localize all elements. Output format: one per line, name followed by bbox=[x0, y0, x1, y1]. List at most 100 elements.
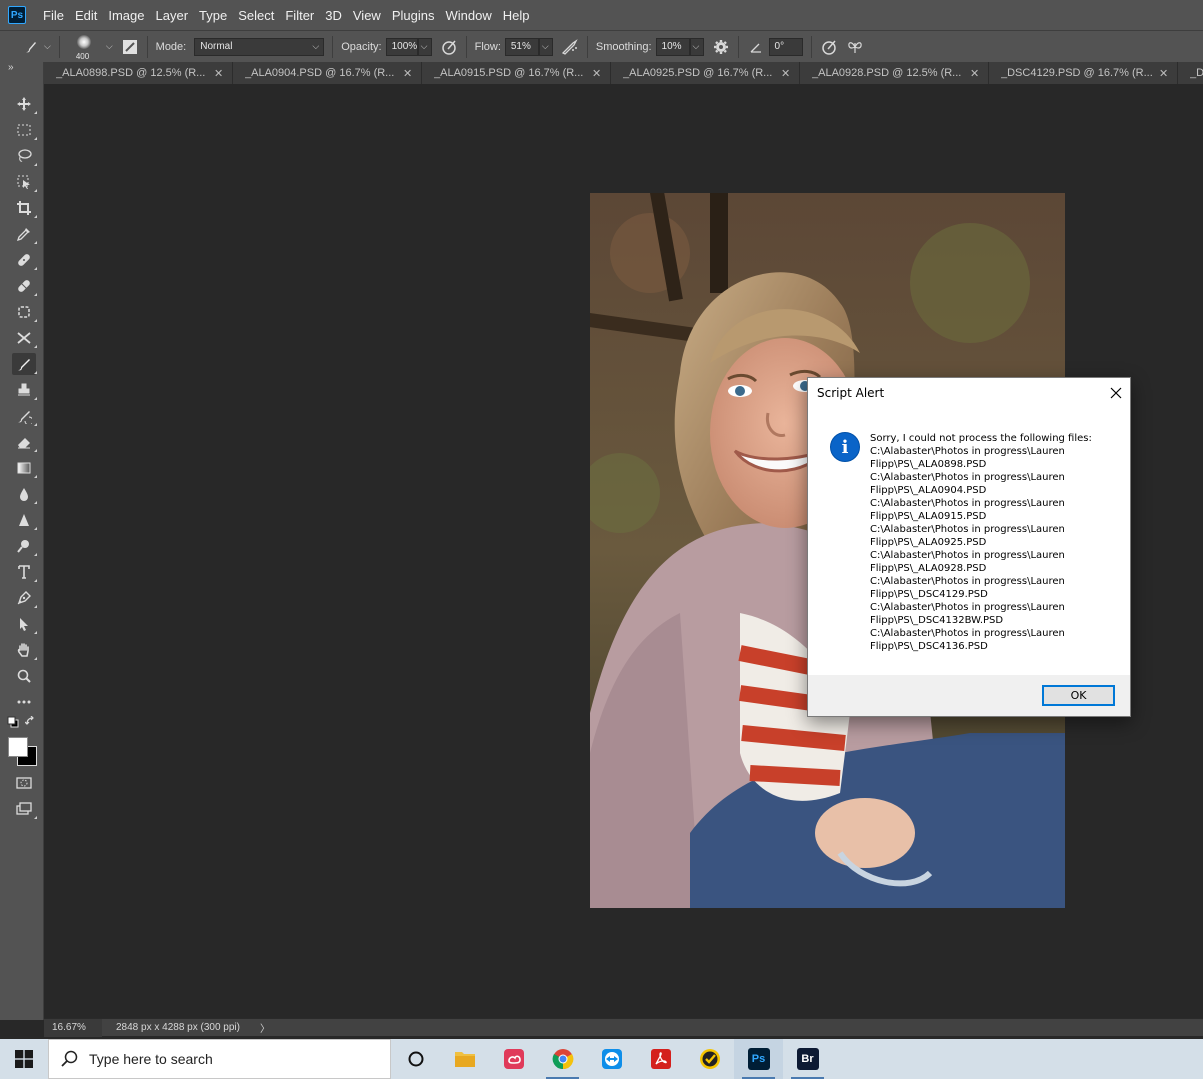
menu-help[interactable]: Help bbox=[498, 8, 535, 23]
document-tab[interactable]: _ALA0898.PSD @ 12.5% (R... ✕ bbox=[44, 62, 233, 84]
menu-filter[interactable]: Filter bbox=[280, 8, 319, 23]
document-tab[interactable]: _D bbox=[1178, 62, 1203, 84]
eyedropper-tool-icon[interactable] bbox=[12, 223, 37, 245]
chevron-down-icon[interactable]: ⌵ bbox=[44, 41, 51, 52]
close-icon[interactable] bbox=[1104, 381, 1128, 405]
sharpen-tool-icon[interactable] bbox=[12, 509, 37, 531]
screen-mode-icon[interactable] bbox=[12, 798, 37, 820]
divider bbox=[332, 35, 334, 58]
menu-edit[interactable]: Edit bbox=[70, 8, 102, 23]
message-line: Flipp\PS\_DSC4136.PSD bbox=[870, 641, 988, 652]
airbrush-icon[interactable] bbox=[561, 38, 579, 56]
zoom-level-field[interactable]: 16.67% bbox=[44, 1018, 102, 1037]
document-tab[interactable]: _ALA0904.PSD @ 16.7% (R... ✕ bbox=[233, 62, 422, 84]
close-icon[interactable]: ✕ bbox=[214, 67, 230, 80]
menu-layer[interactable]: Layer bbox=[151, 8, 194, 23]
status-menu-arrow-icon[interactable]: 〉 bbox=[260, 1020, 270, 1035]
path-selection-tool-icon[interactable] bbox=[12, 613, 37, 635]
mode-value: Normal bbox=[200, 41, 233, 52]
more-tools-icon[interactable] bbox=[12, 691, 36, 713]
collapse-panel-icon[interactable]: » bbox=[8, 62, 14, 73]
menu-window[interactable]: Window bbox=[440, 8, 496, 23]
close-icon[interactable]: ✕ bbox=[1159, 67, 1175, 80]
move-tool-icon[interactable] bbox=[12, 93, 37, 115]
tab-label: _D bbox=[1190, 67, 1203, 79]
taskbar-search-box[interactable]: Type here to search bbox=[48, 1039, 391, 1079]
crop-tool-icon[interactable] bbox=[12, 197, 37, 219]
type-tool-icon[interactable] bbox=[12, 561, 37, 583]
chevron-down-icon: ⌵ bbox=[692, 41, 700, 51]
lasso-tool-icon[interactable] bbox=[12, 145, 37, 167]
menu-plugins[interactable]: Plugins bbox=[387, 8, 440, 23]
object-selection-tool-icon[interactable] bbox=[12, 171, 37, 193]
content-aware-move-tool-icon[interactable] bbox=[12, 327, 37, 349]
chevron-down-icon[interactable]: ⌵ bbox=[106, 41, 113, 52]
eraser-tool-icon[interactable] bbox=[12, 431, 37, 453]
menu-select[interactable]: Select bbox=[233, 8, 279, 23]
menu-image[interactable]: Image bbox=[103, 8, 149, 23]
dodge-tool-icon[interactable] bbox=[12, 535, 37, 557]
opacity-input[interactable]: 100% bbox=[385, 37, 418, 56]
norton-icon[interactable] bbox=[685, 1039, 734, 1079]
ok-button[interactable]: OK bbox=[1042, 685, 1115, 706]
teamviewer-icon[interactable] bbox=[587, 1039, 636, 1079]
creative-cloud-icon[interactable] bbox=[489, 1039, 538, 1079]
healing-brush-tool-icon[interactable] bbox=[12, 249, 37, 271]
cortana-icon[interactable] bbox=[391, 1039, 440, 1079]
marquee-tool-icon[interactable] bbox=[12, 119, 37, 141]
gear-icon[interactable] bbox=[712, 38, 730, 56]
chrome-icon[interactable] bbox=[538, 1039, 587, 1079]
history-brush-tool-icon[interactable] bbox=[12, 405, 37, 427]
angle-input[interactable]: 0° bbox=[768, 37, 803, 56]
close-icon[interactable]: ✕ bbox=[970, 67, 986, 80]
windows-start-icon[interactable] bbox=[0, 1039, 48, 1079]
foreground-color-swatch[interactable] bbox=[8, 737, 28, 757]
blur-tool-icon[interactable] bbox=[12, 483, 37, 505]
pressure-size-icon[interactable] bbox=[820, 38, 838, 56]
bridge-taskbar-icon[interactable]: Br bbox=[783, 1039, 832, 1079]
brush-settings-panel-icon[interactable] bbox=[121, 38, 139, 56]
smoothing-input[interactable]: 10% bbox=[655, 37, 690, 56]
close-icon[interactable]: ✕ bbox=[403, 67, 419, 80]
zoom-tool-icon[interactable] bbox=[12, 665, 36, 687]
tools-panel: » bbox=[0, 62, 44, 1020]
photoshop-logo[interactable]: Ps bbox=[8, 6, 26, 24]
message-line: Flipp\PS\_ALA0928.PSD bbox=[870, 563, 987, 574]
brush-tool-icon[interactable] bbox=[12, 353, 37, 375]
remove-tool-icon[interactable] bbox=[12, 301, 37, 323]
menu-file[interactable]: File bbox=[38, 8, 69, 23]
hand-tool-icon[interactable] bbox=[12, 639, 37, 661]
photoshop-taskbar-icon[interactable]: Ps bbox=[734, 1039, 783, 1079]
opacity-dropdown[interactable]: ⌵ bbox=[417, 37, 432, 56]
opacity-value: 100% bbox=[391, 41, 418, 52]
symmetry-butterfly-icon[interactable] bbox=[846, 38, 864, 56]
document-tab[interactable]: _ALA0925.PSD @ 16.7% (R... ✕ bbox=[611, 62, 800, 84]
brush-tool-preset-icon[interactable] bbox=[22, 38, 40, 56]
document-tab[interactable]: _DSC4129.PSD @ 16.7% (R... ✕ bbox=[989, 62, 1178, 84]
flow-input[interactable]: 51% bbox=[504, 37, 539, 56]
default-colors-icon[interactable] bbox=[6, 715, 20, 729]
close-icon[interactable]: ✕ bbox=[781, 67, 797, 80]
quick-mask-icon[interactable] bbox=[12, 772, 36, 794]
pressure-opacity-icon[interactable] bbox=[440, 38, 458, 56]
mode-dropdown[interactable]: Normal ⌵ bbox=[194, 37, 325, 56]
bridge-app-logo: Br bbox=[796, 1048, 819, 1070]
menu-3d[interactable]: 3D bbox=[320, 8, 347, 23]
flow-dropdown[interactable]: ⌵ bbox=[538, 37, 553, 56]
file-explorer-icon[interactable] bbox=[440, 1039, 489, 1079]
swap-colors-icon[interactable] bbox=[24, 715, 38, 729]
clone-stamp-tool-icon[interactable] bbox=[12, 379, 37, 401]
patch-tool-icon[interactable] bbox=[12, 275, 37, 297]
message-line: C:\Alabaster\Photos in progress\Lauren bbox=[870, 446, 1065, 457]
close-icon[interactable]: ✕ bbox=[592, 67, 608, 80]
brush-size-picker[interactable]: 400 bbox=[68, 33, 102, 61]
smoothing-dropdown[interactable]: ⌵ bbox=[689, 37, 704, 56]
search-icon bbox=[61, 1050, 78, 1067]
acrobat-icon[interactable] bbox=[636, 1039, 685, 1079]
menu-view[interactable]: View bbox=[348, 8, 386, 23]
document-tab[interactable]: _ALA0928.PSD @ 12.5% (R... ✕ bbox=[800, 62, 989, 84]
gradient-tool-icon[interactable] bbox=[12, 457, 37, 479]
pen-tool-icon[interactable] bbox=[12, 587, 37, 609]
menu-type[interactable]: Type bbox=[194, 8, 232, 23]
document-tab[interactable]: _ALA0915.PSD @ 16.7% (R... ✕ bbox=[422, 62, 611, 84]
